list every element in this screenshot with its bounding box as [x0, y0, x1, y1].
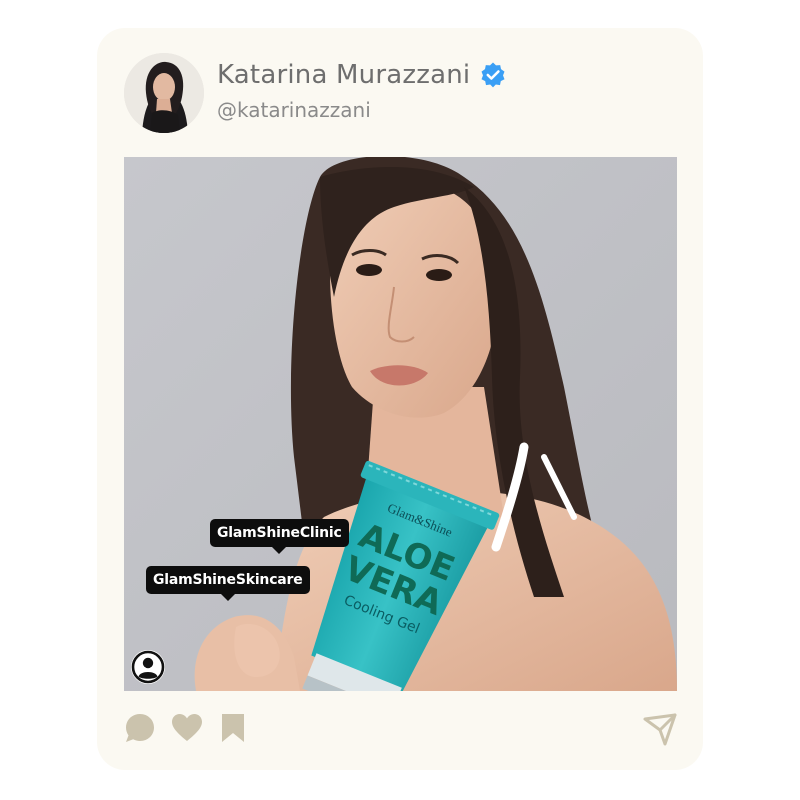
bookmark-icon[interactable]: [220, 712, 246, 744]
post-photo[interactable]: Glam&Shine ALOE VERA Cooling Gel GlamShi…: [124, 157, 677, 691]
author-name-row[interactable]: Katarina Murazzani: [217, 60, 506, 90]
verified-badge-icon: [481, 62, 505, 88]
author-handle[interactable]: @katarinazzani: [217, 98, 371, 122]
avatar[interactable]: [124, 53, 204, 133]
share-icon[interactable]: [643, 712, 677, 746]
post-actions-bar: [124, 712, 677, 746]
tagged-user-icon[interactable]: [130, 649, 166, 685]
comment-icon[interactable]: [124, 712, 156, 744]
product-tag-glamshineclinic[interactable]: GlamShineClinic: [210, 519, 349, 554]
author-display-name[interactable]: Katarina Murazzani: [217, 60, 470, 90]
heart-icon[interactable]: [171, 712, 203, 744]
photo-scene: Glam&Shine ALOE VERA Cooling Gel: [124, 157, 677, 691]
product-tag-glamshineskincare[interactable]: GlamShineSkincare: [146, 566, 310, 601]
